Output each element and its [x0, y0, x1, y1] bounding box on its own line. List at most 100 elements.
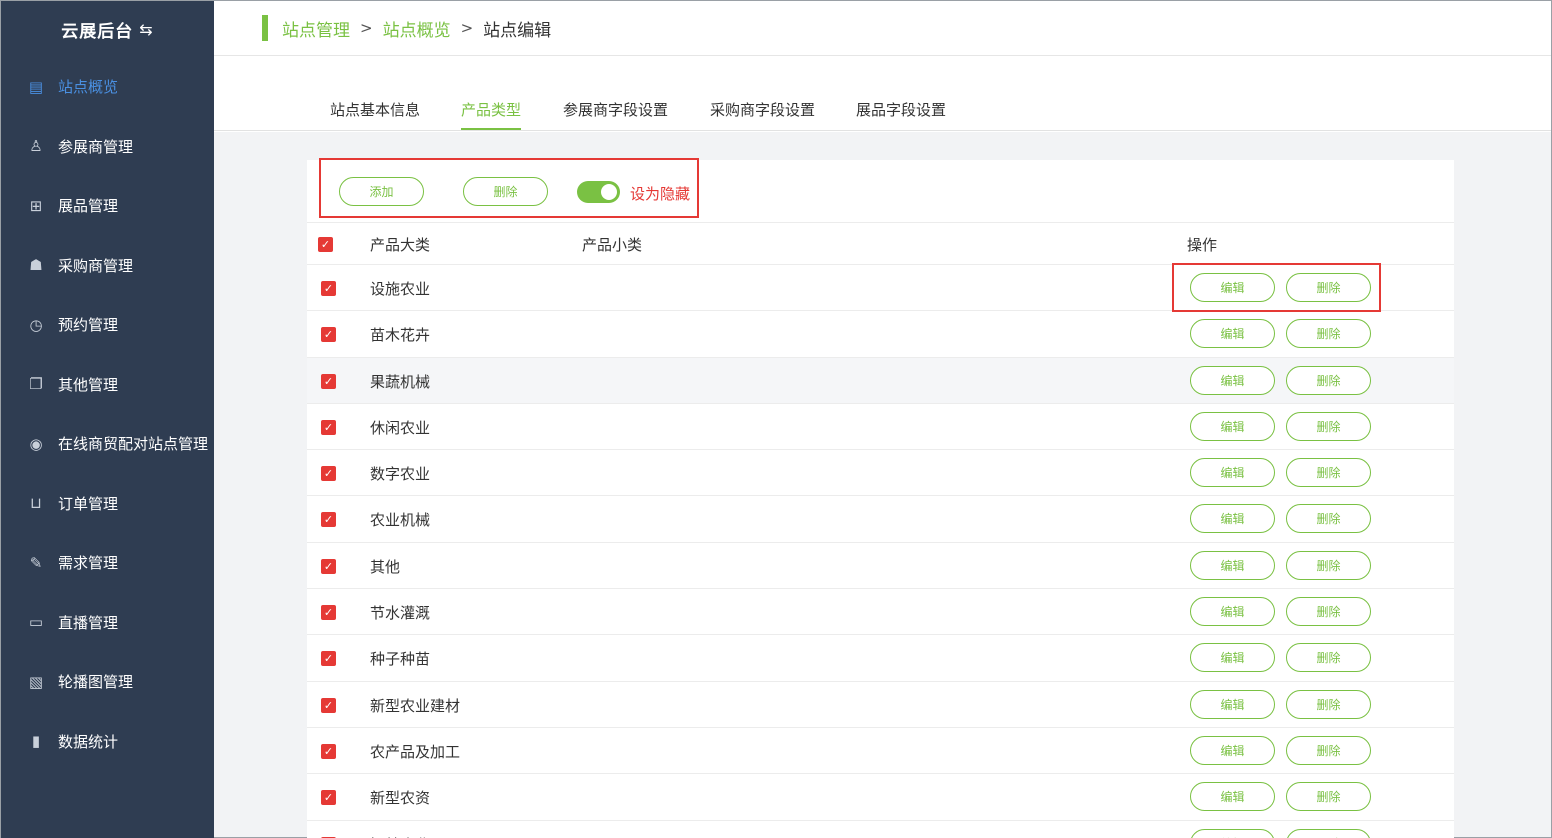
row-checkbox[interactable]: ✓ [321, 419, 336, 435]
brand-title: 云展后台 [61, 21, 134, 42]
edit-button[interactable]: 编辑 [1190, 782, 1275, 812]
breadcrumb-accent-bar [262, 15, 268, 41]
delete-button[interactable]: 删除 [1286, 504, 1371, 534]
sidebar-item-11[interactable]: ▮ 数据统计 [1, 712, 214, 772]
swap-icon[interactable]: ⇆ [139, 20, 153, 39]
edit-button[interactable]: 编辑 [1190, 411, 1275, 441]
tab-bar: 站点基本信息 产品类型 参展商字段设置 采购商字段设置 展品字段设置 [214, 57, 1551, 131]
row-checkbox[interactable]: ✓ [321, 790, 336, 806]
batch-delete-button[interactable]: 删除 [463, 177, 548, 206]
delete-button[interactable]: 删除 [1286, 735, 1371, 765]
hide-toggle[interactable] [577, 181, 620, 203]
eye-icon: ◉ [29, 434, 43, 453]
delete-button[interactable]: 删除 [1286, 550, 1371, 580]
table-row: ✓ 节水灌溉 编辑 删除 [307, 589, 1454, 636]
video-icon: ▭ [28, 613, 44, 632]
breadcrumb-separator: > [460, 19, 474, 37]
delete-button[interactable]: 删除 [1286, 643, 1371, 673]
tab-exhibitor-fields[interactable]: 参展商字段设置 [563, 99, 668, 128]
edit-button[interactable]: 编辑 [1190, 735, 1275, 765]
table-row: ✓ 农业机械 编辑 删除 [307, 496, 1454, 543]
sidebar-item-label: 其他管理 [58, 375, 119, 394]
edit-button[interactable]: 编辑 [1190, 458, 1275, 488]
delete-button[interactable]: 删除 [1286, 365, 1371, 395]
row-category: 数字农业 [370, 465, 431, 484]
table-row: ✓ 种子种苗 编辑 删除 [307, 635, 1454, 682]
sidebar-item-label: 参展商管理 [58, 137, 134, 156]
delete-button[interactable]: 删除 [1286, 597, 1371, 627]
sidebar-item-label: 直播管理 [58, 613, 119, 632]
table-row: ✓ 其他 编辑 删除 [307, 542, 1454, 590]
sidebar-item-3[interactable]: ☗ 采购商管理 [1, 236, 214, 296]
sidebar-item-10[interactable]: ▧ 轮播图管理 [1, 652, 214, 712]
sidebar-item-1[interactable]: ♙ 参展商管理 [1, 117, 214, 177]
bar-chart-icon: ▮ [31, 732, 41, 751]
header-subcategory: 产品小类 [582, 236, 643, 254]
sidebar-item-label: 预约管理 [58, 316, 119, 335]
edit-button[interactable]: 编辑 [1190, 319, 1275, 349]
edit-button[interactable]: 编辑 [1190, 550, 1275, 580]
clock-icon: ◷ [29, 315, 43, 334]
tab-exhibit-fields[interactable]: 展品字段设置 [856, 99, 946, 128]
row-category: 智慧农业 [370, 834, 430, 838]
row-checkbox[interactable]: ✓ [321, 466, 336, 482]
edit-button[interactable]: 编辑 [1190, 689, 1275, 719]
delete-button[interactable]: 删除 [1286, 782, 1371, 812]
breadcrumb-separator: > [360, 19, 373, 37]
tab-site-basic-info[interactable]: 站点基本信息 [330, 99, 420, 128]
row-category: 节水灌溉 [370, 604, 431, 623]
add-button[interactable]: 添加 [339, 177, 424, 206]
edit-button[interactable]: 编辑 [1190, 643, 1275, 673]
row-checkbox[interactable]: ✓ [321, 512, 336, 528]
sidebar-item-8[interactable]: ✎ 需求管理 [1, 533, 214, 593]
sidebar-item-4[interactable]: ◷ 预约管理 [1, 295, 214, 355]
row-checkbox[interactable]: ✓ [321, 558, 336, 574]
row-checkbox[interactable]: ✓ [321, 605, 336, 621]
sidebar-item-label: 站点概览 [58, 78, 119, 97]
breadcrumb-item-site-overview[interactable]: 站点概览 [383, 16, 451, 41]
sidebar-item-label: 采购商管理 [58, 256, 134, 275]
breadcrumb-item-site-management[interactable]: 站点管理 [282, 16, 350, 41]
delete-button[interactable]: 删除 [1286, 828, 1371, 838]
edit-icon: ✎ [29, 553, 43, 572]
actions-highlight [1172, 263, 1381, 312]
row-checkbox[interactable]: ✓ [321, 651, 336, 667]
tab-buyer-fields[interactable]: 采购商字段设置 [710, 99, 815, 128]
select-all-checkbox[interactable]: ✓ [318, 237, 333, 252]
sidebar-item-6[interactable]: ◉ 在线商贸配对站点管理 [1, 414, 214, 474]
row-category: 其他 [370, 557, 401, 576]
brand[interactable]: 云展后台 ⇆ [1, 1, 214, 57]
gift-icon: ⊞ [29, 196, 43, 215]
sidebar-item-0[interactable]: ▤ 站点概览 [1, 57, 214, 117]
table-row: ✓ 新型农业建材 编辑 删除 [307, 681, 1454, 728]
table-header: ✓ 产品大类 产品小类 操作 [307, 222, 1454, 265]
edit-button[interactable]: 编辑 [1190, 828, 1275, 838]
user-icon: ♙ [29, 137, 43, 156]
table-row: ✓ 苗木花卉 编辑 删除 [307, 311, 1454, 358]
row-category: 种子种苗 [370, 650, 431, 669]
row-checkbox[interactable]: ✓ [321, 373, 336, 389]
delete-button[interactable]: 删除 [1286, 689, 1371, 719]
header-actions: 操作 [1187, 236, 1218, 254]
delete-button[interactable]: 删除 [1286, 458, 1371, 488]
sidebar-item-5[interactable]: ❐ 其他管理 [1, 355, 214, 415]
sidebar-item-9[interactable]: ▭ 直播管理 [1, 593, 214, 653]
edit-button[interactable]: 编辑 [1190, 504, 1275, 534]
sidebar-item-7[interactable]: ⊔ 订单管理 [1, 474, 214, 534]
row-category: 农业机械 [370, 511, 431, 530]
table-row: ✓ 新型农资 编辑 删除 [307, 774, 1454, 821]
row-checkbox[interactable]: ✓ [321, 697, 336, 713]
delete-button[interactable]: 删除 [1286, 411, 1371, 441]
header-category: 产品大类 [370, 236, 431, 254]
row-checkbox[interactable]: ✓ [321, 743, 336, 759]
sidebar-item-2[interactable]: ⊞ 展品管理 [1, 176, 214, 236]
edit-button[interactable]: 编辑 [1190, 365, 1275, 395]
edit-button[interactable]: 编辑 [1190, 597, 1275, 627]
table-body: ✓ 设施农业 编辑 删除 ✓ 苗木花卉 编辑 删除 ✓ 果蔬机械 编辑 删除 ✓ 休闲农业 编辑 删除 ✓ 数字农… [307, 265, 1454, 838]
row-category: 苗木花卉 [370, 326, 431, 345]
tab-product-type[interactable]: 产品类型 [461, 99, 522, 130]
row-checkbox[interactable]: ✓ [321, 281, 336, 296]
row-checkbox[interactable]: ✓ [321, 327, 336, 343]
delete-button[interactable]: 删除 [1286, 319, 1371, 349]
sidebar-item-label: 数据统计 [58, 732, 119, 751]
